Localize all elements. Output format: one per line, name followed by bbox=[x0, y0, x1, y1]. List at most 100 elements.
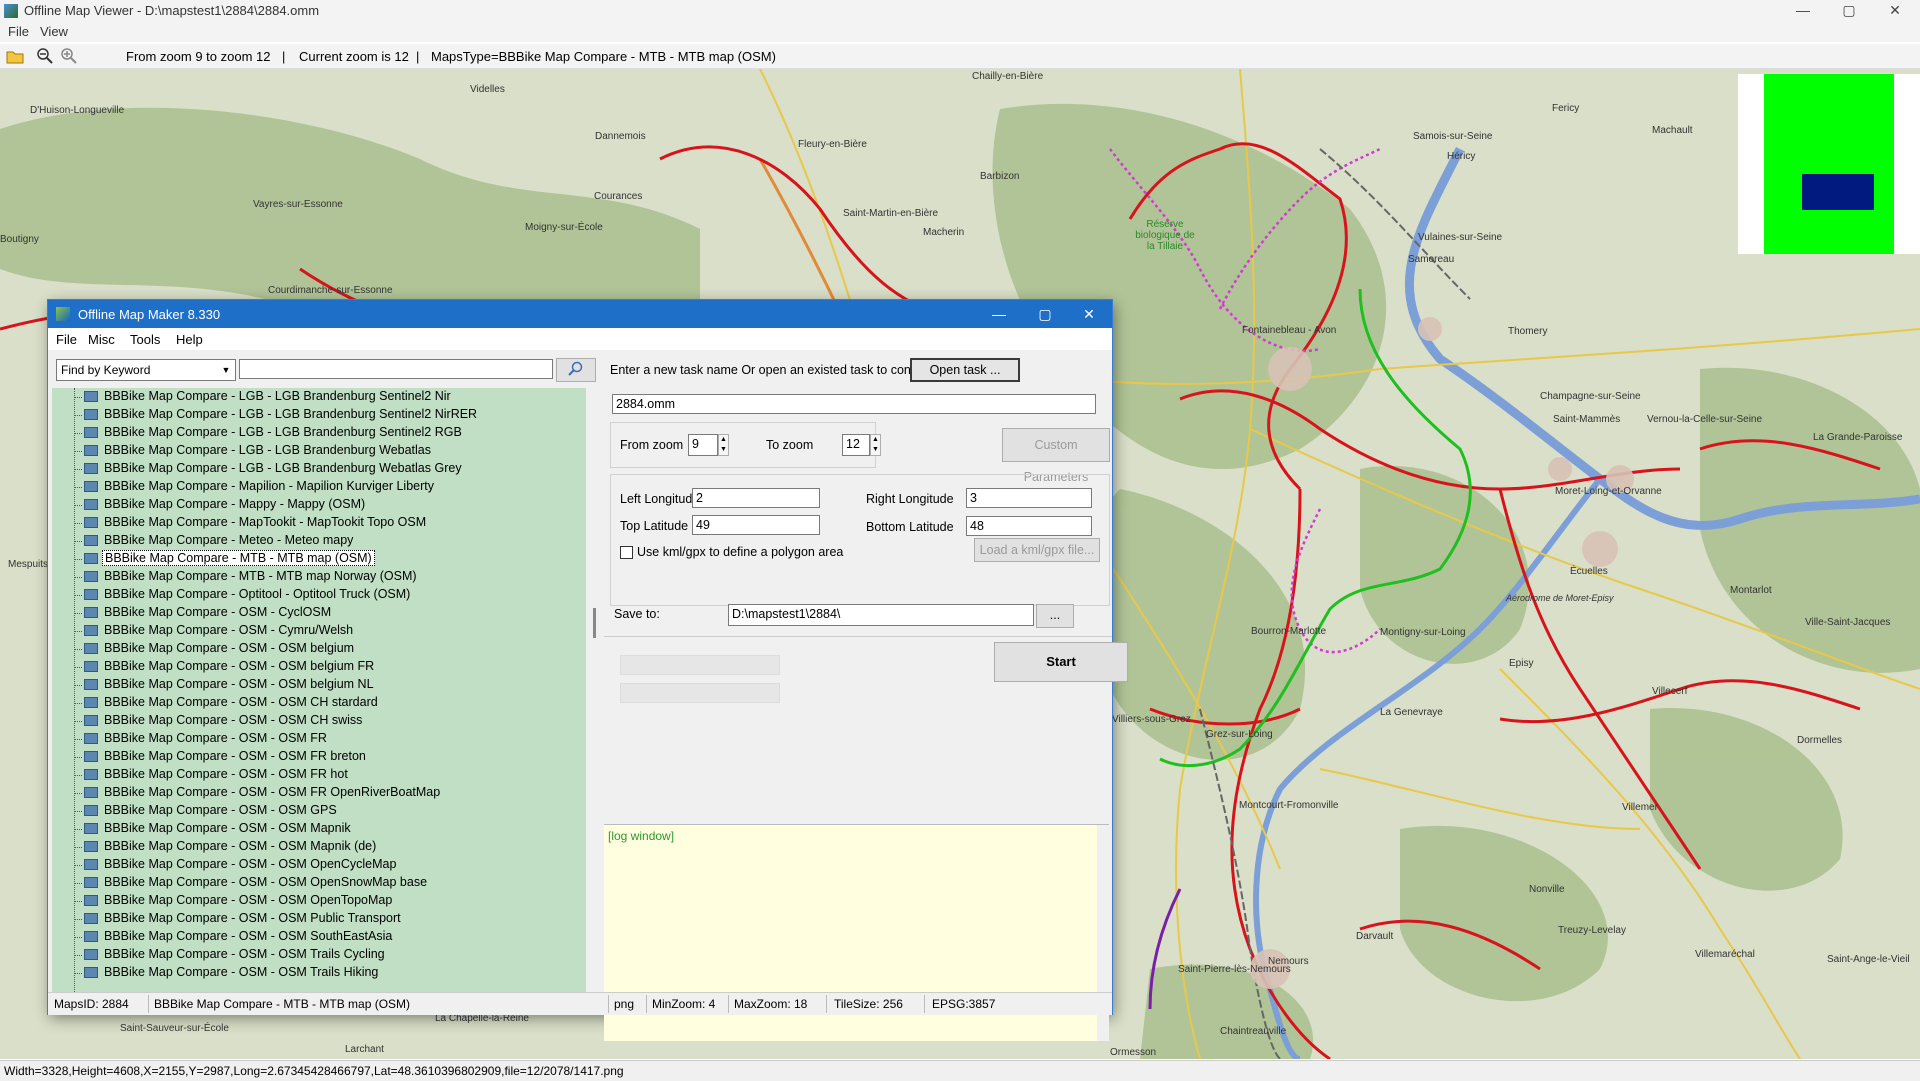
menu-misc[interactable]: Misc bbox=[88, 332, 115, 347]
list-item-label: BBBike Map Compare - MTB - MTB map (OSM) bbox=[102, 550, 375, 566]
dialog-maximize-button[interactable]: ▢ bbox=[1022, 300, 1068, 328]
map-label: La Grande-Paroisse bbox=[1813, 432, 1903, 443]
status-min-zoom: MinZoom: 4 bbox=[652, 997, 716, 1011]
viewer-close-button[interactable]: ✕ bbox=[1872, 0, 1918, 22]
dialog-title-bar[interactable]: Offline Map Maker 8.330 — ▢ ✕ bbox=[48, 300, 1112, 328]
map-tile-icon bbox=[84, 445, 98, 456]
map-tile-icon bbox=[84, 553, 98, 564]
search-input[interactable] bbox=[239, 359, 553, 379]
map-tile-icon bbox=[84, 769, 98, 780]
status-maps-id: MapsID: 2884 bbox=[54, 997, 129, 1011]
search-button[interactable] bbox=[556, 358, 596, 382]
map-tile-icon bbox=[84, 607, 98, 618]
map-label: Saint-Martin-en-Bière bbox=[843, 208, 939, 219]
map-label: Dormelles bbox=[1797, 735, 1843, 746]
map-label: Fleury-en-Bière bbox=[798, 139, 867, 150]
to-zoom-stepper[interactable]: ▲ ▼ bbox=[870, 434, 881, 456]
map-tile-icon bbox=[84, 409, 98, 420]
kml-checkbox[interactable] bbox=[620, 546, 633, 559]
open-folder-icon[interactable] bbox=[6, 47, 24, 65]
map-tile-icon bbox=[84, 859, 98, 870]
list-item-label: BBBike Map Compare - Mapilion - Mapilion… bbox=[104, 479, 434, 493]
map-label: Montcourt-Fromonville bbox=[1239, 800, 1339, 811]
list-item-label: BBBike Map Compare - OSM - CyclOSM bbox=[104, 605, 332, 619]
viewer-status-bar: Width=3328,Height=4608,X=2155,Y=2987,Lon… bbox=[0, 1060, 1920, 1081]
map-label: Champagne-sur-Seine bbox=[1540, 391, 1641, 402]
menu-tools[interactable]: Tools bbox=[130, 332, 160, 347]
to-zoom-label: To zoom bbox=[766, 438, 814, 452]
map-label: Villemer bbox=[1622, 802, 1658, 813]
list-item-label: BBBike Map Compare - OSM - OSM OpenSnowM… bbox=[104, 875, 428, 889]
map-tile-icon bbox=[84, 841, 98, 852]
viewer-maximize-button[interactable]: ▢ bbox=[1826, 0, 1872, 22]
from-zoom-stepper[interactable]: ▲ ▼ bbox=[718, 434, 729, 456]
map-label: Villiers-sous-Grez bbox=[1112, 714, 1191, 725]
menu-help[interactable]: Help bbox=[176, 332, 203, 347]
list-item-label: BBBike Map Compare - LGB - LGB Brandenbu… bbox=[104, 461, 462, 475]
dialog-minimize-button[interactable]: — bbox=[976, 300, 1022, 328]
list-item-label: BBBike Map Compare - OSM - OSM belgium N… bbox=[104, 677, 374, 691]
map-tile-icon bbox=[84, 679, 98, 690]
kml-checkbox-label[interactable]: Use kml/gpx to define a polygon area bbox=[637, 545, 843, 559]
viewer-title: Offline Map Viewer - D:\mapstest1\2884\2… bbox=[24, 3, 320, 18]
map-label: Machault bbox=[1652, 125, 1693, 136]
map-label: Episy bbox=[1509, 658, 1534, 669]
map-label: Macherin bbox=[923, 227, 965, 238]
left-longitude-input[interactable]: 2 bbox=[692, 488, 820, 508]
map-label: Moret-Loing-et-Orvanne bbox=[1555, 486, 1662, 497]
list-item-label: BBBike Map Compare - LGB - LGB Brandenbu… bbox=[104, 407, 478, 421]
viewer-minimize-button[interactable]: — bbox=[1780, 0, 1826, 22]
right-longitude-input[interactable]: 3 bbox=[966, 488, 1092, 508]
custom-parameters-button[interactable]: Custom Parameters bbox=[1002, 428, 1110, 484]
viewer-menu-file[interactable]: File bbox=[8, 24, 29, 39]
list-item-label: BBBike Map Compare - OSM - OSM FR breton bbox=[104, 749, 366, 763]
map-label: La Genevraye bbox=[1380, 707, 1443, 718]
overview-viewport-rect[interactable] bbox=[1802, 174, 1874, 210]
bottom-latitude-input[interactable]: 48 bbox=[966, 516, 1092, 536]
map-label: Vernou-la-Celle-sur-Seine bbox=[1647, 414, 1763, 425]
list-item-label: BBBike Map Compare - LGB - LGB Brandenbu… bbox=[104, 443, 432, 457]
top-latitude-input[interactable]: 49 bbox=[692, 515, 820, 535]
browse-button[interactable]: ... bbox=[1036, 604, 1074, 628]
maps-type-text: MapsType=BBBike Map Compare - MTB - MTB … bbox=[431, 49, 776, 64]
load-kml-button[interactable]: Load a kml/gpx file... bbox=[974, 538, 1100, 562]
map-label: D'Huison-Longueville bbox=[30, 105, 125, 116]
map-tile-icon bbox=[84, 625, 98, 636]
map-label: Fontainebleau - Avon bbox=[1242, 325, 1337, 336]
map-label: Villecerf bbox=[1652, 686, 1688, 697]
save-path-input[interactable]: D:\mapstest1\2884\ bbox=[728, 604, 1034, 626]
map-type-tree[interactable]: BBBike Map Compare - LGB - LGB Brandenbu… bbox=[52, 388, 586, 992]
map-label: Vulaines-sur-Seine bbox=[1418, 232, 1503, 243]
list-item-label: BBBike Map Compare - OSM - OSM OpenCycle… bbox=[104, 857, 397, 871]
start-button[interactable]: Start bbox=[994, 642, 1128, 682]
task-name-input[interactable]: 2884.omm bbox=[612, 394, 1096, 414]
map-label: Chaintreauville bbox=[1220, 1026, 1287, 1037]
open-task-button[interactable]: Open task ... bbox=[910, 358, 1020, 382]
list-item-label: BBBike Map Compare - OSM - Cymru/Welsh bbox=[104, 623, 354, 637]
from-zoom-input[interactable]: 9 bbox=[688, 434, 718, 456]
menu-file[interactable]: File bbox=[56, 332, 77, 347]
zoom-out-icon[interactable] bbox=[36, 47, 54, 65]
map-label: Darvault bbox=[1356, 931, 1394, 942]
map-label: Mespuits bbox=[8, 559, 49, 570]
map-label: Fericy bbox=[1552, 103, 1580, 114]
map-tile-icon bbox=[84, 967, 98, 978]
progress-bar-current bbox=[620, 683, 780, 703]
overview-area[interactable] bbox=[1764, 74, 1894, 254]
map-label: Saint-Pierre-lès-Nemours bbox=[1178, 964, 1291, 975]
map-label: Grez-sur-Loing bbox=[1206, 729, 1273, 740]
to-zoom-input[interactable]: 12 bbox=[842, 434, 870, 456]
map-tile-icon bbox=[84, 877, 98, 888]
tree-scrollbar[interactable] bbox=[590, 388, 600, 992]
zoom-in-icon[interactable] bbox=[60, 47, 78, 65]
viewer-menu-view[interactable]: View bbox=[40, 24, 68, 39]
log-text: [log window] bbox=[608, 829, 675, 843]
map-label: Moigny-sur-École bbox=[525, 222, 603, 233]
map-label: Montigny-sur-Loing bbox=[1380, 627, 1466, 638]
status-format: png bbox=[614, 997, 635, 1011]
list-item-label: BBBike Map Compare - OSM - OSM CH starda… bbox=[104, 695, 378, 709]
search-mode-select[interactable]: Find by Keyword ▼ bbox=[56, 359, 236, 381]
dialog-close-button[interactable]: ✕ bbox=[1066, 300, 1112, 328]
list-item-label: BBBike Map Compare - OSM - OSM Trails Hi… bbox=[104, 965, 379, 979]
dialog-title: Offline Map Maker 8.330 bbox=[78, 307, 221, 322]
